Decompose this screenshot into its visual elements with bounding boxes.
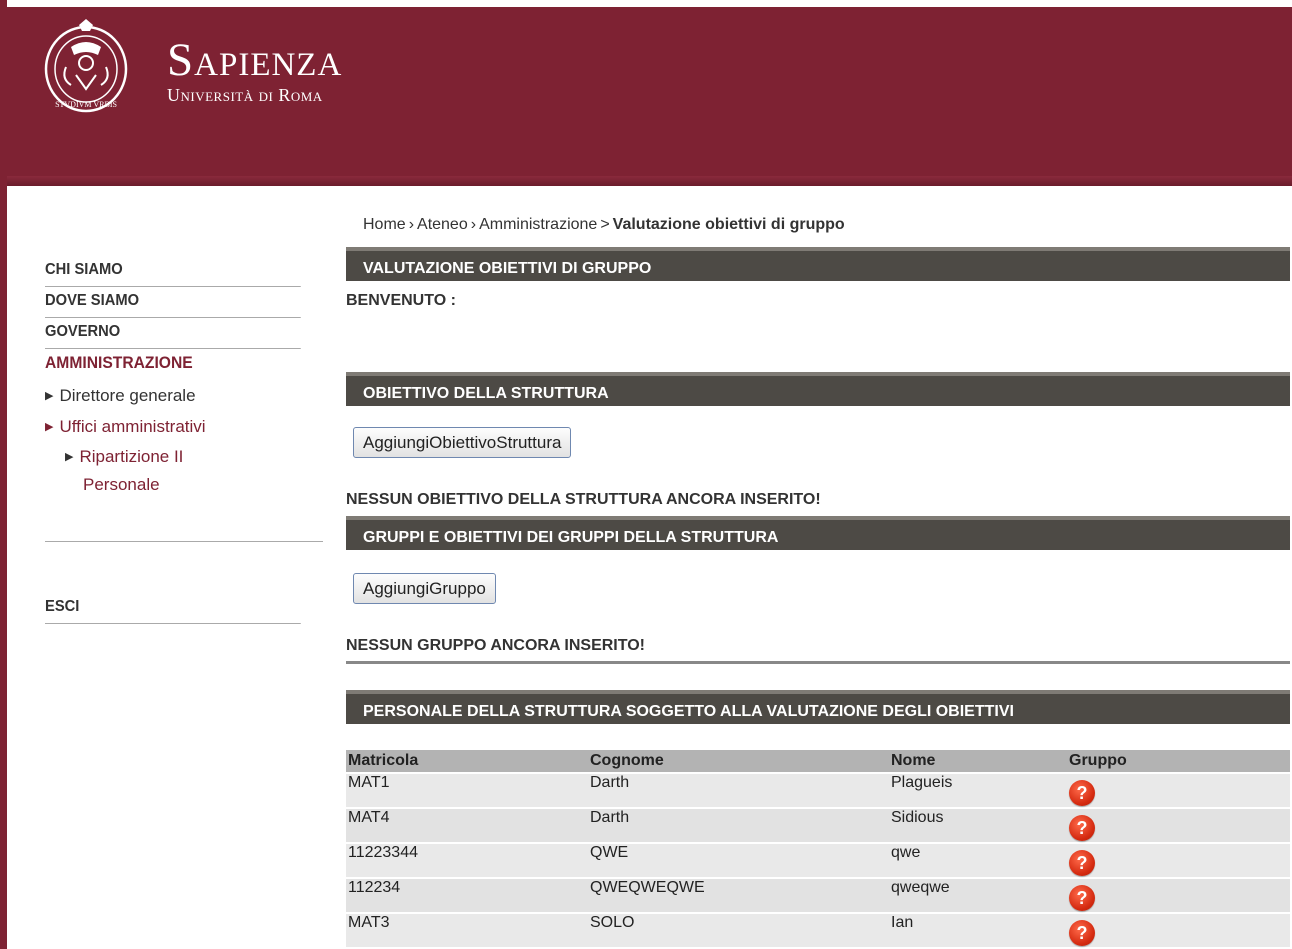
sidebar-item-chi-siamo[interactable]: CHI SIAMO: [45, 256, 301, 287]
column-header-cognome: Cognome: [588, 750, 889, 773]
question-icon[interactable]: ?: [1069, 885, 1095, 911]
breadcrumb-separator: >: [600, 216, 610, 233]
sidebar-subsubitem-ripartizione[interactable]: ▶ Ripartizione II Personale: [45, 444, 323, 497]
page-title-bar: VALUTAZIONE OBIETTIVI DI GRUPPO: [346, 247, 1290, 281]
cell-matricola: 11223344: [346, 842, 588, 878]
cell-gruppo: ?: [1067, 772, 1290, 808]
table-row: MAT3 SOLO Ian ?: [346, 912, 1290, 947]
cell-gruppo: ?: [1067, 807, 1290, 843]
site-header: STVDIVM VRBIS Sapienza Università di Rom…: [7, 7, 1292, 186]
breadcrumb-separator: ›: [408, 216, 415, 233]
sidebar-subitem-uffici-amministrativi[interactable]: ▶ Uffici amministrativi: [45, 411, 323, 442]
breadcrumb-ateneo[interactable]: Ateneo: [417, 216, 468, 233]
table-row: 11223344 QWE qwe ?: [346, 842, 1290, 878]
sidebar-subsubitem-label-line2: Personale: [83, 475, 160, 494]
cell-matricola: MAT3: [346, 912, 588, 947]
sidebar-item-dove-siamo[interactable]: DOVE SIAMO: [45, 287, 301, 318]
cell-gruppo: ?: [1067, 842, 1290, 878]
no-objective-message: NESSUN OBIETTIVO DELLA STRUTTURA ANCORA …: [346, 491, 821, 508]
column-header-gruppo: Gruppo: [1067, 750, 1290, 773]
question-icon[interactable]: ?: [1069, 850, 1095, 876]
cell-nome: Sidious: [889, 807, 1067, 843]
left-edge-bar: [0, 0, 7, 949]
triangle-right-icon: ▶: [65, 451, 74, 463]
staff-table: Matricola Cognome Nome Gruppo MAT1 Darth…: [346, 750, 1290, 947]
cell-nome: Ian: [889, 912, 1067, 947]
section-groups-bar: GRUPPI E OBIETTIVI DEI GRUPPI DELLA STRU…: [346, 516, 1290, 550]
header-shadow-band: [7, 176, 1292, 186]
table-header-row: Matricola Cognome Nome Gruppo: [346, 750, 1290, 773]
table-row: 112234 QWEQWEQWE qweqwe ?: [346, 877, 1290, 913]
breadcrumb-separator: ›: [470, 216, 477, 233]
cell-nome: Plagueis: [889, 772, 1067, 808]
triangle-right-icon: ▶: [45, 421, 54, 433]
add-group-button[interactable]: AggiungiGruppo: [353, 573, 496, 604]
breadcrumb-amministrazione[interactable]: Amministrazione: [479, 216, 597, 233]
section-divider: [346, 661, 1290, 664]
cell-cognome: Darth: [588, 772, 889, 808]
question-icon[interactable]: ?: [1069, 920, 1095, 946]
cell-cognome: QWE: [588, 842, 889, 878]
brand-subtitle: Università di Roma: [167, 85, 323, 105]
sidebar-subitem-label: Direttore generale: [59, 386, 196, 405]
sidebar-item-governo[interactable]: GOVERNO: [45, 318, 301, 349]
add-objective-button[interactable]: AggiungiObiettivoStruttura: [353, 427, 572, 458]
cell-cognome: SOLO: [588, 912, 889, 947]
question-icon[interactable]: ?: [1069, 815, 1095, 841]
question-icon[interactable]: ?: [1069, 780, 1095, 806]
column-header-nome: Nome: [889, 750, 1067, 773]
triangle-right-icon: ▶: [45, 390, 54, 402]
breadcrumb-home[interactable]: Home: [363, 216, 406, 233]
sapienza-seal-icon[interactable]: STVDIVM VRBIS: [41, 19, 131, 115]
breadcrumb-current: Valutazione obiettivi di gruppo: [612, 216, 845, 233]
cell-gruppo: ?: [1067, 912, 1290, 947]
section-staff-bar: PERSONALE DELLA STRUTTURA SOGGETTO ALLA …: [346, 690, 1290, 724]
sidebar-item-amministrazione[interactable]: AMMINISTRAZIONE: [45, 349, 301, 380]
no-group-message: NESSUN GRUPPO ANCORA INSERITO!: [346, 637, 645, 654]
welcome-text: BENVENUTO :: [346, 292, 456, 309]
seal-text: STVDIVM VRBIS: [55, 100, 117, 109]
sidebar-subsubitem-label-line1: Ripartizione II: [79, 447, 184, 466]
cell-matricola: MAT1: [346, 772, 588, 808]
cell-nome: qwe: [889, 842, 1067, 878]
cell-matricola: MAT4: [346, 807, 588, 843]
sidebar-subitem-direttore-generale[interactable]: ▶ Direttore generale: [45, 380, 323, 411]
cell-cognome: Darth: [588, 807, 889, 843]
sidebar-subitem-label: Uffici amministrativi: [59, 417, 206, 436]
brand-title: Sapienza: [167, 34, 343, 86]
sidebar-divider: [45, 541, 323, 542]
sidebar-item-esci[interactable]: ESCI: [45, 593, 301, 624]
brand-wordmark[interactable]: Sapienza Università di Roma: [167, 37, 342, 106]
breadcrumb: Home › Ateneo › Amministrazione > Valutazione …: [363, 216, 845, 234]
sidebar-nav: CHI SIAMO DOVE SIAMO GOVERNO AMMINISTRAZ…: [45, 256, 323, 497]
cell-matricola: 112234: [346, 877, 588, 913]
cell-gruppo: ?: [1067, 877, 1290, 913]
cell-cognome: QWEQWEQWE: [588, 877, 889, 913]
cell-nome: qweqwe: [889, 877, 1067, 913]
column-header-matricola: Matricola: [346, 750, 588, 773]
table-row: MAT4 Darth Sidious ?: [346, 807, 1290, 843]
section-objective-bar: OBIETTIVO DELLA STRUTTURA: [346, 372, 1290, 406]
table-row: MAT1 Darth Plagueis ?: [346, 772, 1290, 808]
